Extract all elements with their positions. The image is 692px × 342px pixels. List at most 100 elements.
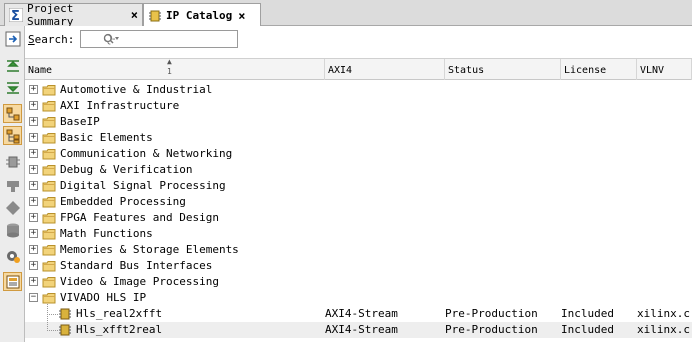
category-name: VIVADO HLS IP bbox=[60, 291, 147, 304]
ip-axi4: AXI4-Stream bbox=[325, 307, 398, 320]
category-row[interactable]: + Communication & Networking bbox=[25, 146, 692, 162]
ip-name: Hls_real2xfft bbox=[76, 307, 163, 320]
category-row[interactable]: + BaseIP bbox=[25, 114, 692, 130]
ip-catalog-icon bbox=[148, 9, 162, 23]
ip-details-icon[interactable] bbox=[3, 272, 22, 291]
tab-ip-catalog[interactable]: IP Catalog × bbox=[143, 3, 261, 27]
hierarchy-view-icon[interactable] bbox=[3, 126, 22, 145]
expand-icon[interactable]: + bbox=[29, 229, 38, 238]
folder-icon bbox=[42, 212, 56, 227]
folder-icon bbox=[42, 244, 56, 259]
tab-label: Project Summary bbox=[27, 2, 74, 28]
search-icon[interactable] bbox=[103, 33, 121, 48]
ip-axi4: AXI4-Stream bbox=[325, 323, 398, 336]
column-header-vlnv[interactable]: VLNV bbox=[637, 59, 692, 80]
category-row[interactable]: + FPGA Features and Design bbox=[25, 210, 692, 226]
collapse-icon[interactable]: − bbox=[29, 293, 38, 302]
ip-catalog-panel: Search: ▲1 Name AXI4 Status License VLNV… bbox=[25, 26, 692, 342]
ip-core-icon bbox=[58, 323, 72, 340]
expand-icon[interactable]: + bbox=[29, 213, 38, 222]
category-row[interactable]: + Automotive & Industrial bbox=[25, 82, 692, 98]
search-bar: Search: bbox=[28, 30, 239, 48]
repository-icon[interactable] bbox=[3, 176, 22, 195]
category-row[interactable]: + Basic Elements bbox=[25, 130, 692, 146]
folder-icon bbox=[42, 148, 56, 163]
editor-tab-bar: Σ Project Summary × IP Catalog × bbox=[0, 0, 692, 28]
column-header-name[interactable]: Name bbox=[25, 59, 325, 80]
column-header-status[interactable]: Status bbox=[445, 59, 561, 80]
close-icon[interactable]: × bbox=[131, 8, 138, 22]
diamond-icon[interactable] bbox=[3, 198, 22, 217]
tree-connector bbox=[47, 314, 58, 331]
ip-status: Pre-Production bbox=[445, 323, 538, 336]
expand-icon[interactable]: + bbox=[29, 277, 38, 286]
folder-icon bbox=[42, 116, 56, 131]
sigma-icon: Σ bbox=[9, 8, 23, 22]
expand-icon[interactable]: + bbox=[29, 197, 38, 206]
folder-icon bbox=[42, 84, 56, 99]
ip-name: Hls_xfft2real bbox=[76, 323, 163, 336]
table-header: ▲ 1 Name AXI4 Status License VLNV bbox=[25, 57, 692, 80]
category-name: Basic Elements bbox=[60, 131, 153, 144]
category-name: AXI Infrastructure bbox=[60, 99, 180, 112]
category-row[interactable]: + Video & Image Processing bbox=[25, 274, 692, 290]
folder-icon bbox=[42, 228, 56, 243]
folder-icon bbox=[42, 164, 56, 179]
ip-status: Pre-Production bbox=[445, 307, 538, 320]
category-row[interactable]: − VIVADO HLS IP bbox=[25, 290, 692, 306]
tab-label: IP Catalog bbox=[166, 9, 233, 22]
category-name: Embedded Processing bbox=[60, 195, 186, 208]
folder-icon bbox=[42, 196, 56, 211]
ip-license: Included bbox=[561, 307, 614, 320]
category-row[interactable]: + Embedded Processing bbox=[25, 194, 692, 210]
category-name: BaseIP bbox=[60, 115, 100, 128]
gear-icon[interactable] bbox=[3, 246, 22, 265]
category-row[interactable]: + Standard Bus Interfaces bbox=[25, 258, 692, 274]
expand-icon[interactable]: + bbox=[29, 133, 38, 142]
folder-icon bbox=[42, 276, 56, 291]
tab-project-summary[interactable]: Σ Project Summary × bbox=[4, 2, 143, 28]
category-row[interactable]: + Debug & Verification bbox=[25, 162, 692, 178]
expand-all-icon[interactable] bbox=[3, 78, 22, 97]
category-row[interactable]: + AXI Infrastructure bbox=[25, 98, 692, 114]
ip-settings-icon[interactable] bbox=[3, 152, 22, 171]
expand-icon[interactable]: + bbox=[29, 149, 38, 158]
category-row[interactable]: + Math Functions bbox=[25, 226, 692, 242]
category-name: Digital Signal Processing bbox=[60, 179, 226, 192]
category-row[interactable]: + Digital Signal Processing bbox=[25, 178, 692, 194]
svg-text:Σ: Σ bbox=[11, 9, 20, 22]
database-icon[interactable] bbox=[3, 220, 22, 239]
customize-ip-icon[interactable] bbox=[3, 29, 22, 48]
group-by-category-icon[interactable] bbox=[3, 104, 22, 123]
close-icon[interactable]: × bbox=[238, 9, 245, 23]
category-name: Memories & Storage Elements bbox=[60, 243, 239, 256]
ip-license: Included bbox=[561, 323, 614, 336]
ip-vlnv: xilinx.c. bbox=[637, 307, 692, 320]
expand-icon[interactable]: + bbox=[29, 261, 38, 270]
folder-icon bbox=[42, 132, 56, 147]
category-name: FPGA Features and Design bbox=[60, 211, 219, 224]
column-header-license[interactable]: License bbox=[561, 59, 637, 80]
expand-icon[interactable]: + bbox=[29, 245, 38, 254]
expand-icon[interactable]: + bbox=[29, 101, 38, 110]
folder-icon bbox=[42, 100, 56, 115]
folder-icon bbox=[42, 180, 56, 195]
category-name: Communication & Networking bbox=[60, 147, 233, 160]
ip-row[interactable]: Hls_real2xfft AXI4-Stream Pre-Production In… bbox=[25, 304, 692, 322]
category-name: Video & Image Processing bbox=[60, 275, 219, 288]
search-label: Search: bbox=[28, 32, 75, 46]
category-name: Automotive & Industrial bbox=[60, 83, 213, 96]
column-header-axi4[interactable]: AXI4 bbox=[325, 59, 445, 80]
category-name: Debug & Verification bbox=[60, 163, 193, 176]
expand-icon[interactable]: + bbox=[29, 165, 38, 174]
ip-vlnv: xilinx.c. bbox=[637, 323, 692, 336]
expand-icon[interactable]: + bbox=[29, 85, 38, 94]
collapse-all-icon[interactable] bbox=[3, 56, 22, 75]
folder-icon bbox=[42, 260, 56, 275]
expand-icon[interactable]: + bbox=[29, 117, 38, 126]
ip-row[interactable]: Hls_xfft2real AXI4-Stream Pre-Production In… bbox=[25, 314, 692, 340]
category-name: Standard Bus Interfaces bbox=[60, 259, 213, 272]
category-row[interactable]: + Memories & Storage Elements bbox=[25, 242, 692, 258]
expand-icon[interactable]: + bbox=[29, 181, 38, 190]
category-name: Math Functions bbox=[60, 227, 153, 240]
